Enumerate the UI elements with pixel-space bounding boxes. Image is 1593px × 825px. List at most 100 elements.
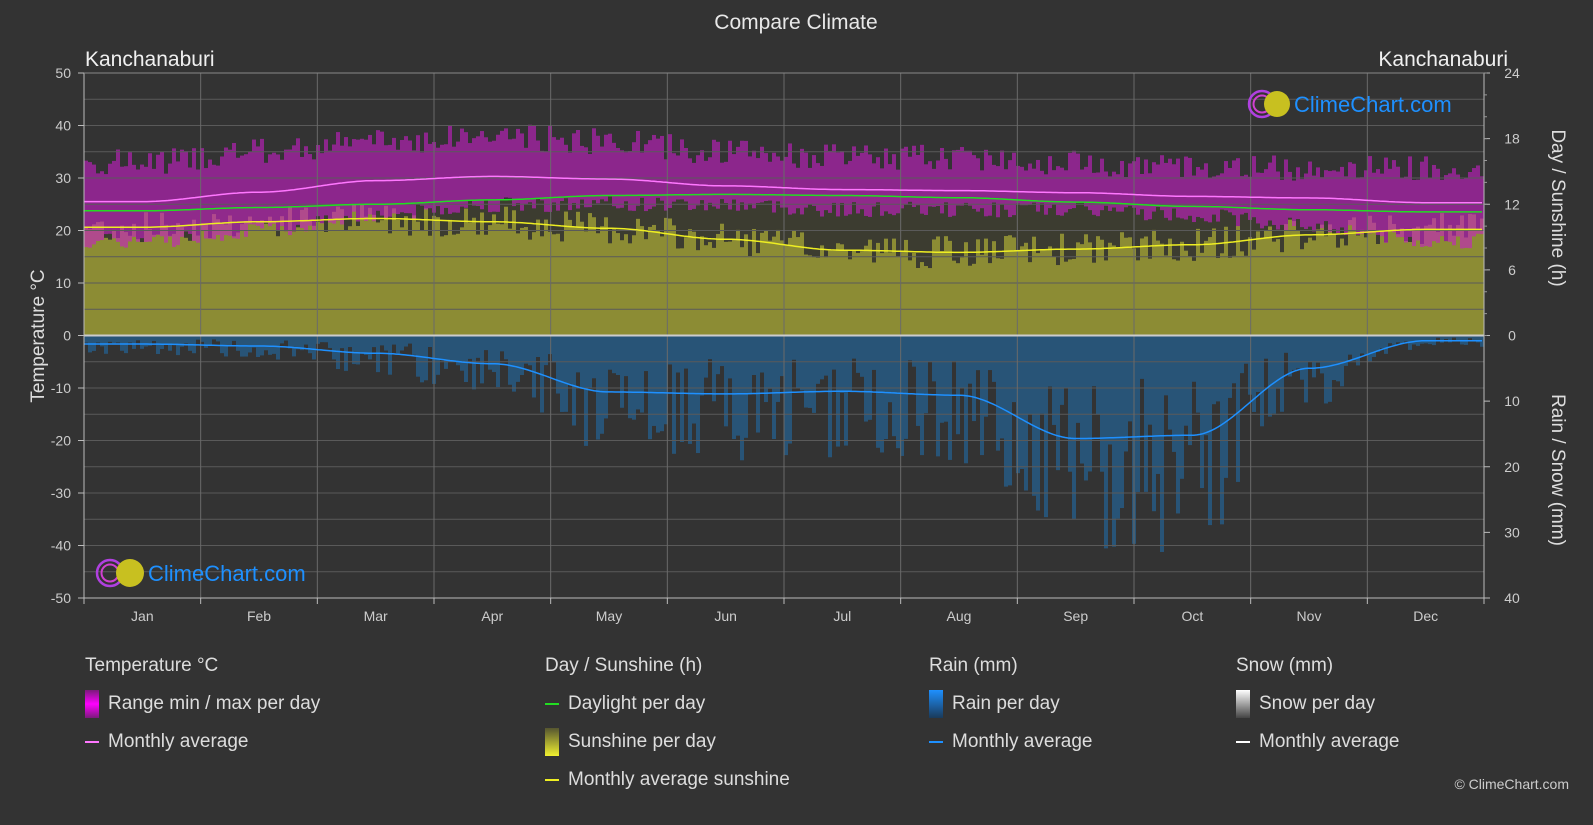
rain-bar [640,335,644,413]
temp-range-bar [952,150,956,216]
sunshine-bar [320,223,324,336]
sunshine-bar [1112,245,1116,336]
legend-temp-range-label: Range min / max per day [108,693,321,714]
sunshine-bar [552,234,556,336]
sunshine-bar [308,220,312,336]
temp-range-bar [1172,164,1176,209]
rain-bar [308,335,312,354]
sunshine-bar [532,232,536,336]
rain-bar [304,335,308,345]
temp-range-bar [1400,178,1404,238]
logo-sun-icon [1264,91,1290,117]
temp-range-bar [1228,167,1232,213]
sunshine-bar [1456,225,1460,336]
rain-bar [1312,335,1316,378]
rain-bar [920,335,924,456]
sunshine-bar [520,227,524,336]
rain-bar [1220,335,1224,525]
sunshine-bar [484,234,488,336]
rain-bar [1424,335,1428,344]
sunshine-bar [560,241,564,336]
rain-bar [1356,335,1360,366]
sunshine-bar [1328,224,1332,336]
sunshine-bar [1240,251,1244,336]
sunshine-bar [732,239,736,336]
rain-bar [348,335,352,348]
sunshine-bar [872,262,876,336]
legend-snow-avg: Monthly average [1236,731,1399,753]
location-right: Kanchanaburi [1378,48,1508,71]
sunshine-bar [604,217,608,336]
rain-bar [1164,335,1168,396]
temp-range-bar [472,138,476,206]
temp-range-bar [252,139,256,225]
rain-bar [544,335,548,366]
sunshine-bar [692,231,696,336]
rain-bar [600,335,604,434]
rain-bar [1088,335,1092,472]
sunshine-bar [380,220,384,336]
right-axis-bottom-label: Rain / Snow (mm) [1547,394,1568,546]
rain-bar [560,335,564,412]
temp-range-swatch-icon [85,690,99,718]
rain-bar [780,335,784,377]
rain-bar [620,335,624,408]
temp-range-bar [1040,170,1044,204]
sunshine-bar [588,213,592,336]
rain-bar [516,335,520,382]
temp-range-bar [808,167,812,205]
rain-bar [488,335,492,370]
rain-bar [164,335,168,345]
temp-range-bar [864,145,868,216]
sunshine-bar [624,234,628,336]
sunshine-bar [920,262,924,336]
sunshine-bar [528,239,532,336]
rain-bar [1156,335,1160,474]
temp-range-bar [548,125,552,212]
temp-range-bar [1344,176,1348,236]
rain-bar [420,335,424,383]
temp-range-bar [380,131,384,216]
sunshine-bar [852,249,856,336]
sunshine-bar [888,252,892,336]
sunshine-bar [1068,259,1072,336]
temp-range-bar [1300,179,1304,228]
sunshine-bar [1140,238,1144,336]
left-tick-label: 20 [55,223,71,239]
sunshine-bar [516,233,520,336]
month-label: Jun [714,608,737,624]
rain-bar [1236,335,1240,482]
sunshine-bar [660,236,664,336]
sunshine-bar [704,245,708,336]
rain-bar [972,335,976,422]
temp-range-bar [552,137,556,203]
sunshine-bar [272,221,276,336]
sunshine-bar [976,239,980,336]
sunshine-bar [116,238,120,336]
temp-range-bar [908,156,912,202]
sunshine-bar [1180,241,1184,336]
rain-bar [1140,335,1144,379]
temp-range-bar [692,162,696,209]
rain-bar [1440,335,1444,343]
rain-bar [924,335,928,414]
rain-bar [944,335,948,422]
rain-bar [1284,335,1288,353]
sunshine-bar [1092,262,1096,336]
rain-bar [712,335,716,402]
legend-rain-avg-label: Monthly average [952,731,1093,752]
rain-bar [672,335,676,454]
temp-range-bar [944,158,948,203]
rain-bar [968,335,972,384]
sunshine-bar [716,233,720,336]
sunshine-bar [652,224,656,336]
rain-bar [1048,335,1052,387]
rain-bar [772,335,776,439]
left-tick-label: -30 [51,485,71,501]
sunshine-bar [728,241,732,336]
rain-bar [1340,335,1344,387]
sunshine-bar [832,250,836,336]
temp-range-bar [748,156,752,204]
month-label: Dec [1413,608,1438,624]
temp-range-bar [272,152,276,224]
